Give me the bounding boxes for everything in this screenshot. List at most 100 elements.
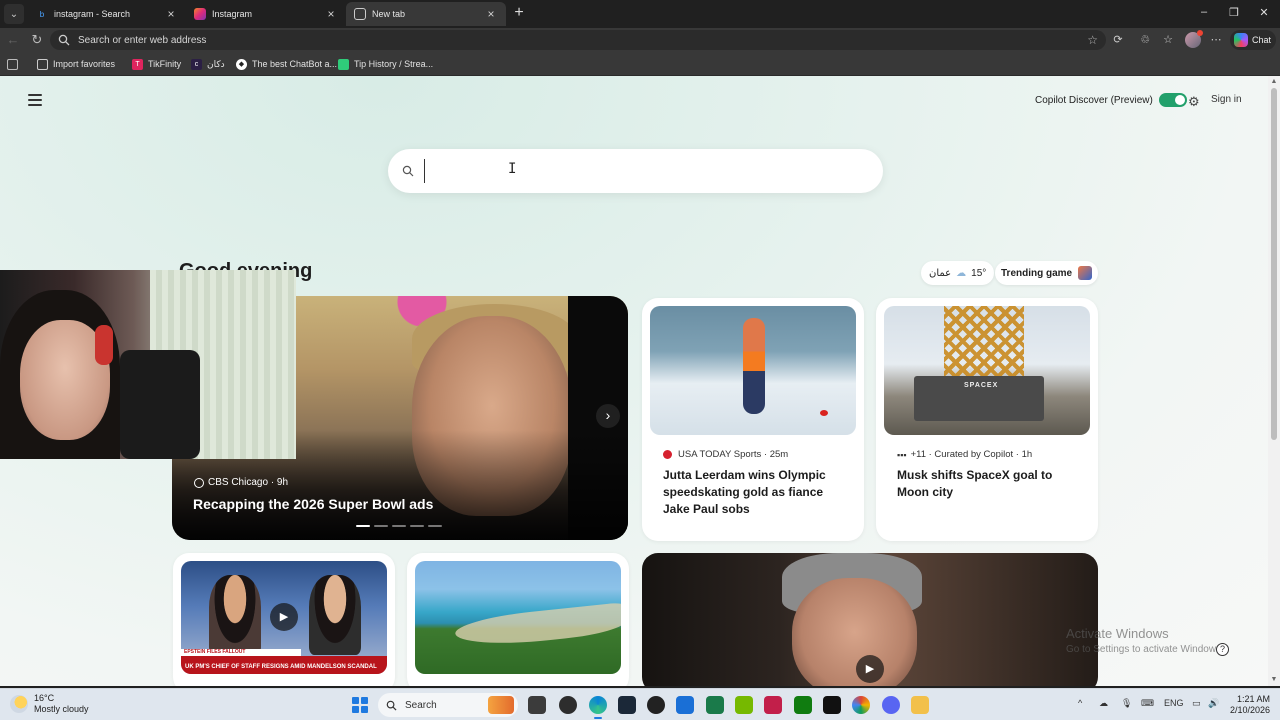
menu-icon[interactable] — [28, 94, 42, 106]
store-icon[interactable] — [676, 696, 694, 714]
scroll-down-icon[interactable]: ▼ — [1270, 676, 1278, 684]
tab-actions-button[interactable]: ⌄ — [4, 4, 24, 24]
thumbnail-figure — [792, 578, 917, 686]
profile-avatar[interactable] — [1185, 30, 1203, 48]
show-hidden-icons[interactable]: ^ — [1078, 698, 1082, 708]
restore-icon[interactable]: ❐ — [1224, 6, 1244, 19]
news-thumbnail — [650, 306, 856, 435]
news-card[interactable]: USA TODAY Sports · 25m Jutta Leerdam win… — [642, 298, 864, 541]
obs-icon[interactable] — [647, 696, 665, 714]
webcam-overlay — [0, 270, 296, 459]
scroll-thumb[interactable] — [1271, 88, 1277, 440]
taskbar-search-label: Search — [405, 699, 437, 711]
news-meta: USA TODAY Sports · 25m — [663, 449, 788, 460]
microphone-icon[interactable]: 🎙 — [1121, 698, 1132, 709]
xbox-icon[interactable] — [794, 696, 812, 714]
search-input[interactable] — [424, 159, 883, 183]
hero-source-name: CBS Chicago — [208, 477, 269, 488]
browser-essentials-icon[interactable]: ♲ — [1138, 33, 1152, 47]
favorite-tip-history[interactable]: Tip History / Strea... — [338, 57, 433, 71]
scroll-up-icon[interactable]: ▲ — [1270, 78, 1278, 86]
favorite-import[interactable]: Import favorites — [37, 57, 115, 71]
nvidia-icon[interactable] — [735, 696, 753, 714]
tiktok-icon[interactable] — [823, 696, 841, 714]
news-title[interactable]: Musk shifts SpaceX goal to Moon city — [897, 467, 1079, 501]
favorite-dokan[interactable]: c دکان — [191, 57, 225, 71]
steam-icon[interactable] — [618, 696, 636, 714]
settings-icon[interactable] — [559, 696, 577, 714]
taskbar-clock[interactable]: 1:21 AM 2/10/2026 — [1222, 694, 1270, 716]
hero-age: · 9h — [270, 477, 289, 488]
page-search-box[interactable] — [388, 149, 883, 193]
tikfinity-icon: T — [132, 58, 143, 70]
volume-icon[interactable]: 🔊 — [1208, 698, 1219, 709]
search-highlight-icon — [488, 696, 514, 714]
taskbar-weather-temp: 16°C — [34, 693, 55, 703]
play-icon[interactable]: ▶ — [270, 603, 298, 631]
hero-headline[interactable]: Recapping the 2026 Super Bowl ads — [193, 496, 433, 512]
carousel-dot[interactable] — [356, 525, 370, 527]
discover-label: Copilot Discover (Preview) — [1035, 94, 1153, 106]
news-card[interactable]: SPACEX ▪▪▪ +11 · Curated by Copilot · 1h… — [876, 298, 1098, 541]
favorite-star-icon[interactable]: ☆ — [1087, 33, 1098, 47]
cloud-sun-icon: ☁ — [956, 267, 967, 279]
close-tab-icon[interactable]: × — [324, 7, 338, 21]
sign-in-link[interactable]: Sign in — [1211, 94, 1242, 105]
favorite-tikfinity[interactable]: T TikFinity — [132, 57, 181, 71]
tab-new-tab[interactable]: New tab × — [346, 2, 506, 26]
trending-game-chip[interactable]: Trending game — [995, 261, 1099, 285]
close-tab-icon[interactable]: × — [164, 7, 178, 21]
page-scrollbar[interactable]: ▲ ▼ — [1268, 76, 1280, 686]
favorites-icon[interactable]: ☆ — [1161, 33, 1175, 47]
folder-icon[interactable] — [911, 696, 929, 714]
weather-icon — [10, 695, 28, 713]
copilot-chat-button[interactable]: Chat — [1230, 30, 1276, 50]
taskbar-search[interactable]: Search — [378, 693, 518, 717]
weather-temp: 15° — [971, 267, 987, 279]
video-card[interactable]: EPSTEIN FILES FALLOUT UK PM'S CHIEF OF S… — [173, 553, 395, 686]
carousel-dot[interactable] — [410, 525, 424, 527]
taskbar-weather[interactable]: 16°C Mostly cloudy — [10, 693, 89, 715]
tab-instagram-search[interactable]: b instagram - Search × — [28, 2, 186, 26]
chrome-icon[interactable] — [852, 696, 870, 714]
page-settings-icon[interactable]: ⚙ — [1188, 94, 1200, 110]
carousel-dot[interactable] — [392, 525, 406, 527]
file-explorer-icon[interactable] — [528, 696, 546, 714]
video-card[interactable]: ▶ — [642, 553, 1098, 686]
discord-icon[interactable] — [882, 696, 900, 714]
streaming-icon[interactable] — [764, 696, 782, 714]
play-icon[interactable]: ▶ — [856, 655, 884, 683]
thumbnail-figure — [209, 575, 261, 655]
edge-icon[interactable] — [589, 696, 607, 719]
extensions-icon[interactable]: ⟳ — [1111, 33, 1125, 47]
favorite-label: The best ChatBot a... — [252, 59, 338, 69]
minimize-icon[interactable]: – — [1194, 6, 1214, 18]
discover-switch[interactable] — [1158, 93, 1187, 107]
carousel-next-button[interactable]: › — [596, 404, 620, 428]
back-icon[interactable]: ← — [4, 31, 22, 49]
app-icon[interactable] — [706, 696, 724, 714]
sidebar-toggle-icon[interactable] — [7, 57, 23, 71]
news-card[interactable] — [407, 553, 629, 686]
network-icon[interactable]: ▭ — [1192, 698, 1201, 709]
news-title[interactable]: Jutta Leerdam wins Olympic speedskating … — [663, 467, 845, 518]
refresh-icon[interactable]: ↻ — [28, 31, 46, 49]
new-tab-button[interactable]: + — [510, 5, 528, 23]
help-icon[interactable]: ? — [1216, 643, 1229, 656]
carousel-dot[interactable] — [374, 525, 388, 527]
start-button[interactable] — [352, 697, 368, 713]
weather-chip[interactable]: عمان ☁ 15° — [921, 261, 995, 285]
close-window-icon[interactable]: ✕ — [1254, 6, 1274, 19]
keyboard-icon[interactable]: ⌨ — [1141, 698, 1154, 709]
tab-instagram[interactable]: Instagram × — [186, 2, 346, 26]
close-tab-icon[interactable]: × — [484, 7, 498, 21]
address-bar[interactable]: Search or enter web address ☆ — [50, 30, 1106, 50]
carousel-dot[interactable] — [428, 525, 442, 527]
copilot-discover-toggle[interactable]: Copilot Discover (Preview) — [1035, 93, 1187, 107]
windows-taskbar: 16°C Mostly cloudy Search ^ ☁ 🎙 ⌨ ENG ▭ … — [0, 688, 1280, 720]
news-source: USA TODAY Sports — [678, 449, 762, 460]
onedrive-icon[interactable]: ☁ — [1099, 698, 1108, 709]
language-indicator[interactable]: ENG — [1164, 698, 1184, 708]
favorite-chatbot[interactable]: ◆ The best ChatBot a... — [236, 57, 337, 71]
more-options-icon[interactable]: ⋯ — [1209, 33, 1223, 47]
